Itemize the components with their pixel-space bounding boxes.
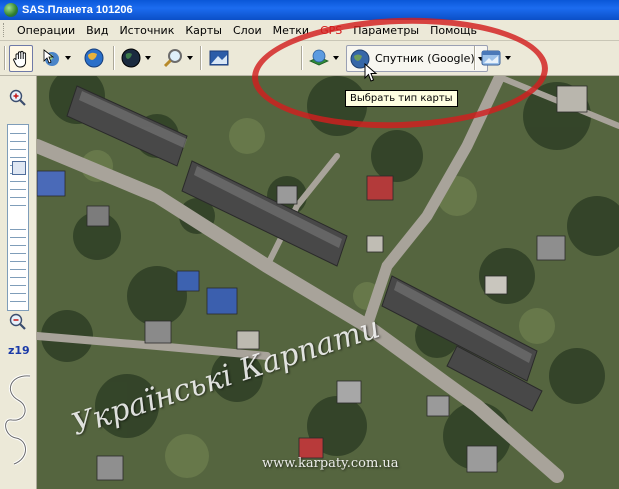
map-image-icon <box>209 50 229 65</box>
map-watermark-url: www.karpaty.com.ua <box>262 456 399 471</box>
chevron-down-icon[interactable] <box>145 55 151 60</box>
window-title: SAS.Планета 101206 <box>22 4 133 16</box>
globe-app-icon <box>4 3 18 17</box>
title-bar: SAS.Планета 101206 <box>0 0 619 20</box>
zoom-in-button[interactable] <box>8 88 28 108</box>
hand-tool-button[interactable] <box>9 45 33 72</box>
zoom-out-icon <box>9 313 26 330</box>
magnifier-icon <box>163 48 182 67</box>
globe-icon <box>84 48 104 67</box>
menu-source[interactable]: Источник <box>113 24 179 37</box>
map-view-button[interactable] <box>208 45 230 70</box>
zoom-slider-thumb[interactable] <box>12 161 26 175</box>
toolbar-grip <box>4 46 6 70</box>
zoom-in-icon <box>9 89 26 106</box>
cursor-globe-icon <box>43 48 59 66</box>
zoom-slider[interactable] <box>7 124 29 311</box>
chevron-down-icon[interactable] <box>65 55 71 60</box>
move-tool-button[interactable] <box>40 45 71 70</box>
mouse-cursor-icon <box>364 63 378 82</box>
map-type-tooltip: Выбрать тип карты <box>345 90 458 107</box>
map-canvas[interactable]: Українські Карпати www.karpaty.com.ua <box>37 76 619 489</box>
menu-layers[interactable]: Слои <box>227 24 267 37</box>
zoom-out-button[interactable] <box>8 312 28 332</box>
chevron-down-icon[interactable] <box>187 55 193 60</box>
earth-button[interactable] <box>120 45 151 70</box>
watermark-swirl <box>4 374 31 466</box>
earth-icon <box>121 48 141 67</box>
menu-operations[interactable]: Операции <box>11 24 80 37</box>
menu-maps[interactable]: Карты <box>179 24 227 37</box>
zoom-panel: z19 <box>0 76 37 489</box>
zoom-level-label: z19 <box>8 344 30 357</box>
hand-icon <box>13 50 27 67</box>
globe-navigate-button[interactable] <box>83 45 105 70</box>
menu-view[interactable]: Вид <box>80 24 113 37</box>
menubar-grip[interactable] <box>3 23 7 37</box>
search-button[interactable] <box>162 45 193 70</box>
